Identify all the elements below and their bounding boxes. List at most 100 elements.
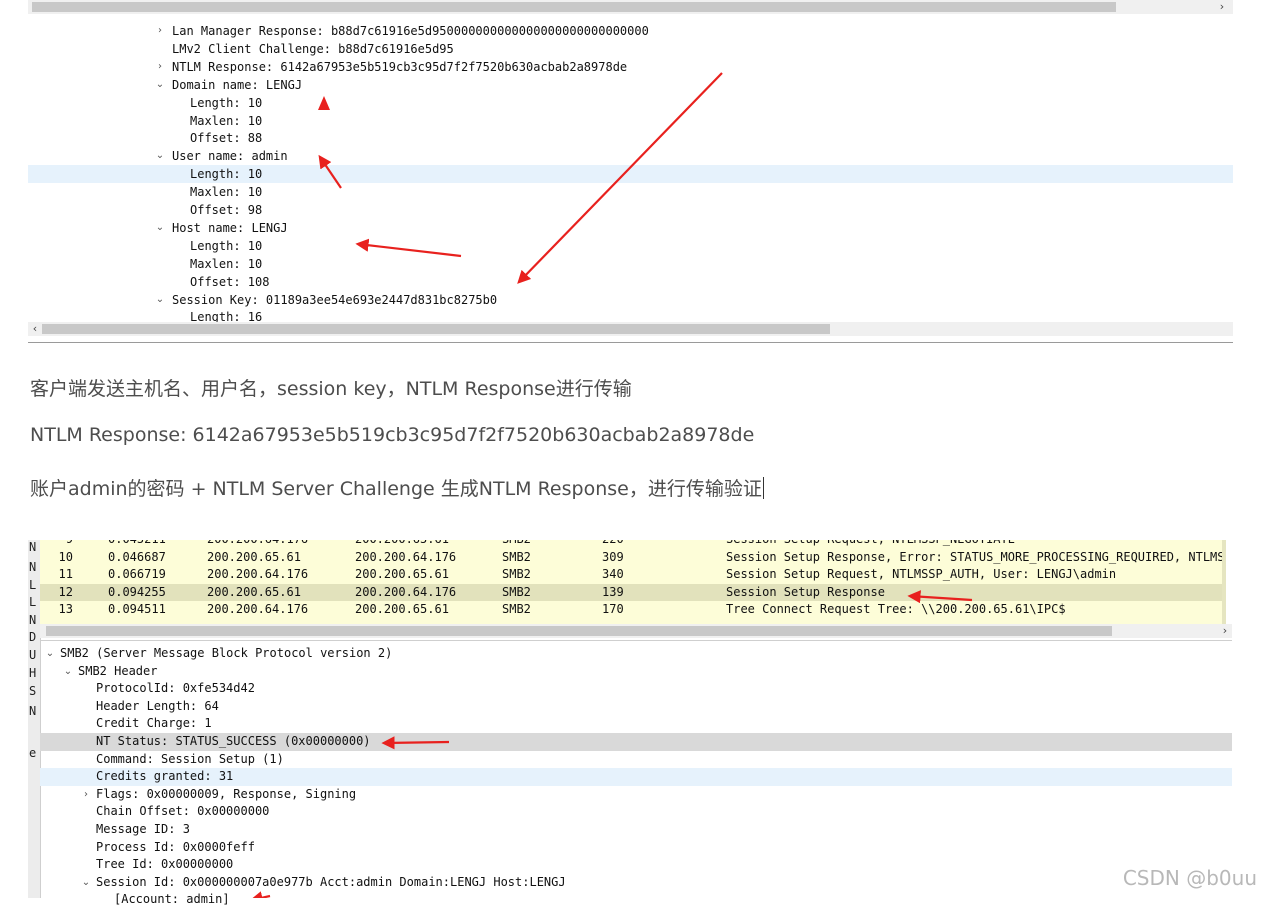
tree-row[interactable]: ⌄ Session Key: 01189a3ee54e693e2447d831bc… [28,291,1233,309]
left-strip-letter: S [29,684,37,698]
chevron-down-icon[interactable]: ⌄ [154,147,166,165]
left-strip-letter: D [29,630,37,644]
packet-list[interactable]: 13 0.094511 200.200.64.176 200.200.65.61 SMB… [40,540,1226,626]
packet-protocol: SMB2 [502,584,531,599]
detail-row[interactable]: NT Status: STATUS_SUCCESS (0x00000000) [40,733,1232,751]
detail-row[interactable]: › Flags: 0x00000009, Response, Signing [40,786,1232,804]
left-strip-letter: e [29,746,37,760]
tree-row-label: User name: admin [172,149,288,164]
detail-row[interactable]: ⌄ SMB2 Header [40,663,1232,681]
detail-row-label: SMB2 (Server Message Block Protocol vers… [60,646,393,660]
tree-row-label: NTLM Response: 6142a67953e5b519cb3c95d7f… [172,59,628,74]
tree-row[interactable]: › NTLM Response: 6142a67953e5b519cb3c95d7… [28,58,1233,76]
packet-no: 13 [58,602,73,616]
packet-row[interactable]: 12 0.094255 200.200.65.61 200.200.64.176 SMB… [40,583,1226,601]
packet-destination: 200.200.64.176 [355,549,457,564]
detail-row[interactable]: Chain Offset: 0x00000000 [40,803,1232,821]
tree-row[interactable]: ⌄ Domain name: LENGJ [28,76,1233,94]
tree-row[interactable]: ⌄ Host name: LENGJ [28,219,1233,237]
chevron-right-icon[interactable]: › [154,22,166,40]
scroll-right-icon[interactable]: › [1215,0,1229,14]
packet-protocol: SMB2 [502,602,531,616]
packet-time: 0.094255 [108,584,166,599]
tree-row[interactable]: Maxlen: 10 [28,255,1233,273]
detail-row-label: Tree Id: 0x00000000 [96,857,234,872]
detail-row-label: ProtocolId: 0xfe534d42 [96,681,255,696]
detail-row[interactable]: Tree Id: 0x00000000 [40,856,1232,874]
detail-row[interactable]: ProtocolId: 0xfe534d42 [40,680,1232,698]
packet-destination: 200.200.65.61 [355,602,449,616]
chevron-down-icon[interactable]: ⌄ [154,291,166,309]
detail-row-label: NT Status: STATUS_SUCCESS (0x00000000) [96,734,371,748]
left-strip-letter: L [29,578,37,592]
packet-time: 0.066719 [108,567,166,581]
packet-row[interactable]: 11 0.066719 200.200.64.176 200.200.65.61 SMB… [40,566,1226,583]
packet-destination: 200.200.64.176 [355,584,457,599]
detail-row[interactable]: ⌄ Session Id: 0x000000007a0e977b Acct:adm… [40,874,1232,892]
chevron-down-icon[interactable]: ⌄ [154,219,166,237]
tree-row[interactable]: Length: 10 [28,94,1233,112]
detail-row[interactable]: ⌄ SMB2 (Server Message Block Protocol ver… [40,645,1232,663]
detail-row[interactable]: [Account: admin] [40,891,1232,909]
tree-row[interactable]: Offset: 98 [28,201,1233,219]
scroll-left-icon[interactable]: ‹ [28,322,42,336]
detail-row[interactable]: Process Id: 0x0000feff [40,839,1232,857]
detail-row-label: Process Id: 0x0000feff [96,839,255,854]
packet-info: Tree Connect Request Tree: \\200.200.65.… [726,602,1066,616]
detail-row-label: SMB2 Header [78,663,158,678]
tree-row[interactable]: LMv2 Client Challenge: b88d7c61916e5d95 [28,40,1233,58]
tree-row[interactable]: Maxlen: 10 [28,183,1233,201]
chevron-down-icon[interactable]: ⌄ [44,645,56,663]
tree-row[interactable]: Offset: 108 [28,273,1233,291]
scrollbar-thumb[interactable] [32,2,1116,12]
tree-row[interactable]: Length: 10 [28,237,1233,255]
tree-row-label: Maxlen: 10 [190,256,263,271]
detail-row[interactable]: Credit Charge: 1 [40,715,1232,733]
chevron-down-icon[interactable]: ⌄ [154,76,166,94]
packet-no: 11 [58,567,73,581]
tree-row[interactable]: ⌄ User name: admin [28,147,1233,165]
detail-row-label: Flags: 0x00000009, Response, Signing [96,786,357,801]
packet-list-horizontal-scrollbar[interactable]: › [40,624,1232,638]
left-strip-letter: N [29,560,37,574]
tree-row[interactable]: Offset: 88 [28,129,1233,147]
left-strip-letter: N [29,540,37,554]
chevron-down-icon[interactable]: ⌄ [62,663,74,681]
packet-destination: 200.200.65.61 [355,567,449,581]
top-bottom-horizontal-scrollbar[interactable]: ‹ [28,322,1233,336]
packet-destination: 200.200.65.61 [355,540,449,548]
packet-protocol: SMB2 [502,567,531,581]
chevron-right-icon[interactable]: › [154,58,166,76]
pane-divider [40,640,1232,641]
tree-row[interactable]: Length: 10 [28,165,1233,184]
tree-row-label: Offset: 98 [190,203,263,217]
detail-row-label: Session Id: 0x000000007a0e977b Acct:admi… [96,874,566,889]
packet-source: 200.200.64.176 [207,567,309,581]
packet-row[interactable]: 13 0.094511 200.200.64.176 200.200.65.61 SMB… [40,601,1226,618]
packet-info: Session Setup Request, NTLMSSP_AUTH, Use… [726,567,1117,581]
packet-source: 200.200.65.61 [207,549,301,564]
tree-row[interactable]: Maxlen: 10 [28,112,1233,130]
packet-row[interactable]: 9 0.045211 200.200.64.176 200.200.65.61 SMB2… [40,540,1226,548]
packet-list-scroll-right-icon[interactable]: › [1218,624,1232,638]
packet-no: 10 [58,549,73,564]
detail-row-label: Message ID: 3 [96,822,190,836]
packet-info: Session Setup Response [726,584,885,599]
packet-detail-panel-top: › › Lan Manager Response: b88d7c61916e5d9… [28,0,1233,342]
scrollbar-thumb-bottom[interactable] [42,324,830,334]
packet-protocol: SMB2 [502,549,531,564]
chevron-right-icon[interactable]: › [80,786,92,804]
packet-row[interactable]: 10 0.046687 200.200.65.61 200.200.64.176 SMB… [40,549,1226,566]
packet-list-scroll-thumb[interactable] [46,626,1112,636]
left-strip-letter: N [29,704,37,718]
tree-row-label: Host name: LENGJ [172,220,288,235]
detail-row-label: Chain Offset: 0x00000000 [96,804,270,819]
tree-row-label: Length: 10 [190,167,263,182]
detail-row[interactable]: Message ID: 3 [40,821,1232,839]
tree-row[interactable]: › Lan Manager Response: b88d7c61916e5d950… [28,22,1233,40]
top-horizontal-scrollbar[interactable]: › [28,0,1233,14]
chevron-down-icon[interactable]: ⌄ [80,874,92,892]
detail-row[interactable]: Header Length: 64 [40,698,1232,716]
detail-row[interactable]: Command: Session Setup (1) [40,751,1232,769]
detail-row[interactable]: Credits granted: 31 [40,768,1232,786]
